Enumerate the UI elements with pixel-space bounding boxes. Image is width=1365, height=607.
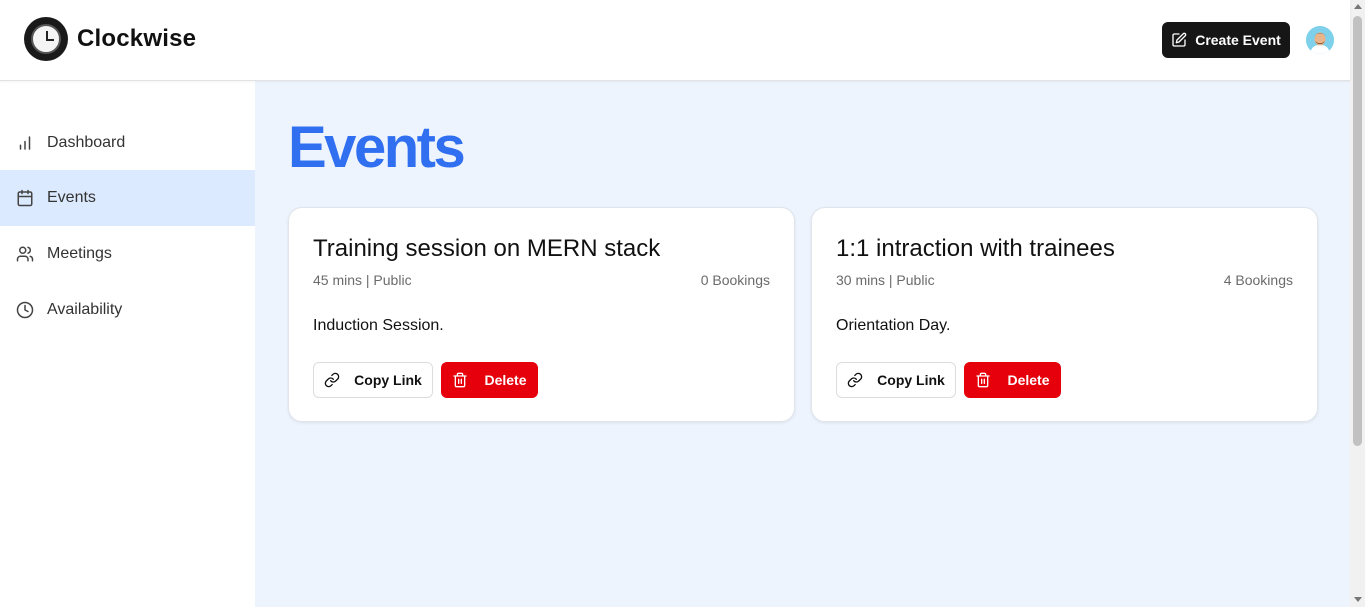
delete-button[interactable]: Delete — [441, 362, 538, 398]
event-bookings: 4 Bookings — [1223, 272, 1293, 288]
trash-icon — [453, 372, 468, 388]
sidebar: Dashboard Events Meetings Availability — [0, 81, 255, 607]
main-content: Events Training session on MERN stack 45… — [255, 81, 1350, 607]
page-title: Events — [288, 115, 466, 180]
users-icon — [16, 246, 34, 262]
scrollbar-thumb[interactable] — [1353, 16, 1362, 446]
event-meta: 45 mins | Public — [313, 272, 412, 288]
sidebar-item-dashboard[interactable]: Dashboard — [0, 115, 255, 171]
event-bookings: 0 Bookings — [700, 272, 770, 288]
delete-label: Delete — [1007, 372, 1050, 388]
event-description: Induction Session. — [313, 317, 444, 334]
copy-link-label: Copy Link — [877, 372, 945, 388]
create-event-label: Create Event — [1195, 32, 1281, 48]
sidebar-item-label: Dashboard — [47, 134, 126, 151]
edit-square-icon — [1172, 32, 1187, 47]
top-header: Clockwise Create Event — [0, 0, 1350, 81]
user-avatar[interactable] — [1306, 26, 1334, 54]
sidebar-item-label: Availability — [47, 301, 123, 318]
delete-label: Delete — [484, 372, 527, 388]
calendar-icon — [17, 189, 33, 207]
sidebar-item-meetings[interactable]: Meetings — [0, 226, 255, 282]
trash-icon — [976, 372, 991, 388]
bar-chart-icon — [19, 136, 31, 150]
delete-button[interactable]: Delete — [964, 362, 1061, 398]
link-icon — [847, 372, 863, 388]
app-logo[interactable]: Clockwise — [24, 17, 196, 61]
sidebar-item-availability[interactable]: Availability — [0, 282, 255, 338]
event-meta: 30 mins | Public — [836, 272, 935, 288]
app-name: Clockwise — [77, 25, 197, 52]
sidebar-item-label: Meetings — [47, 245, 112, 262]
sidebar-item-label: Events — [47, 189, 96, 206]
copy-link-label: Copy Link — [354, 372, 422, 388]
event-card: 1:1 intraction with trainees 30 mins | P… — [811, 207, 1318, 422]
event-description: Orientation Day. — [836, 317, 951, 334]
avatar-illustration — [1306, 26, 1334, 54]
event-card: Training session on MERN stack 45 mins |… — [288, 207, 795, 422]
event-title: 1:1 intraction with trainees — [836, 235, 1115, 262]
create-event-button[interactable]: Create Event — [1162, 22, 1290, 58]
event-title: Training session on MERN stack — [313, 235, 661, 262]
copy-link-button[interactable]: Copy Link — [836, 362, 956, 398]
clock-logo-icon — [24, 17, 68, 61]
copy-link-button[interactable]: Copy Link — [313, 362, 433, 398]
scroll-down-arrow-icon[interactable] — [1354, 597, 1362, 602]
scroll-up-arrow-icon[interactable] — [1354, 4, 1362, 9]
sidebar-item-events[interactable]: Events — [0, 170, 255, 226]
clock-icon — [16, 301, 34, 319]
vertical-scrollbar[interactable] — [1350, 0, 1365, 607]
link-icon — [324, 372, 340, 388]
